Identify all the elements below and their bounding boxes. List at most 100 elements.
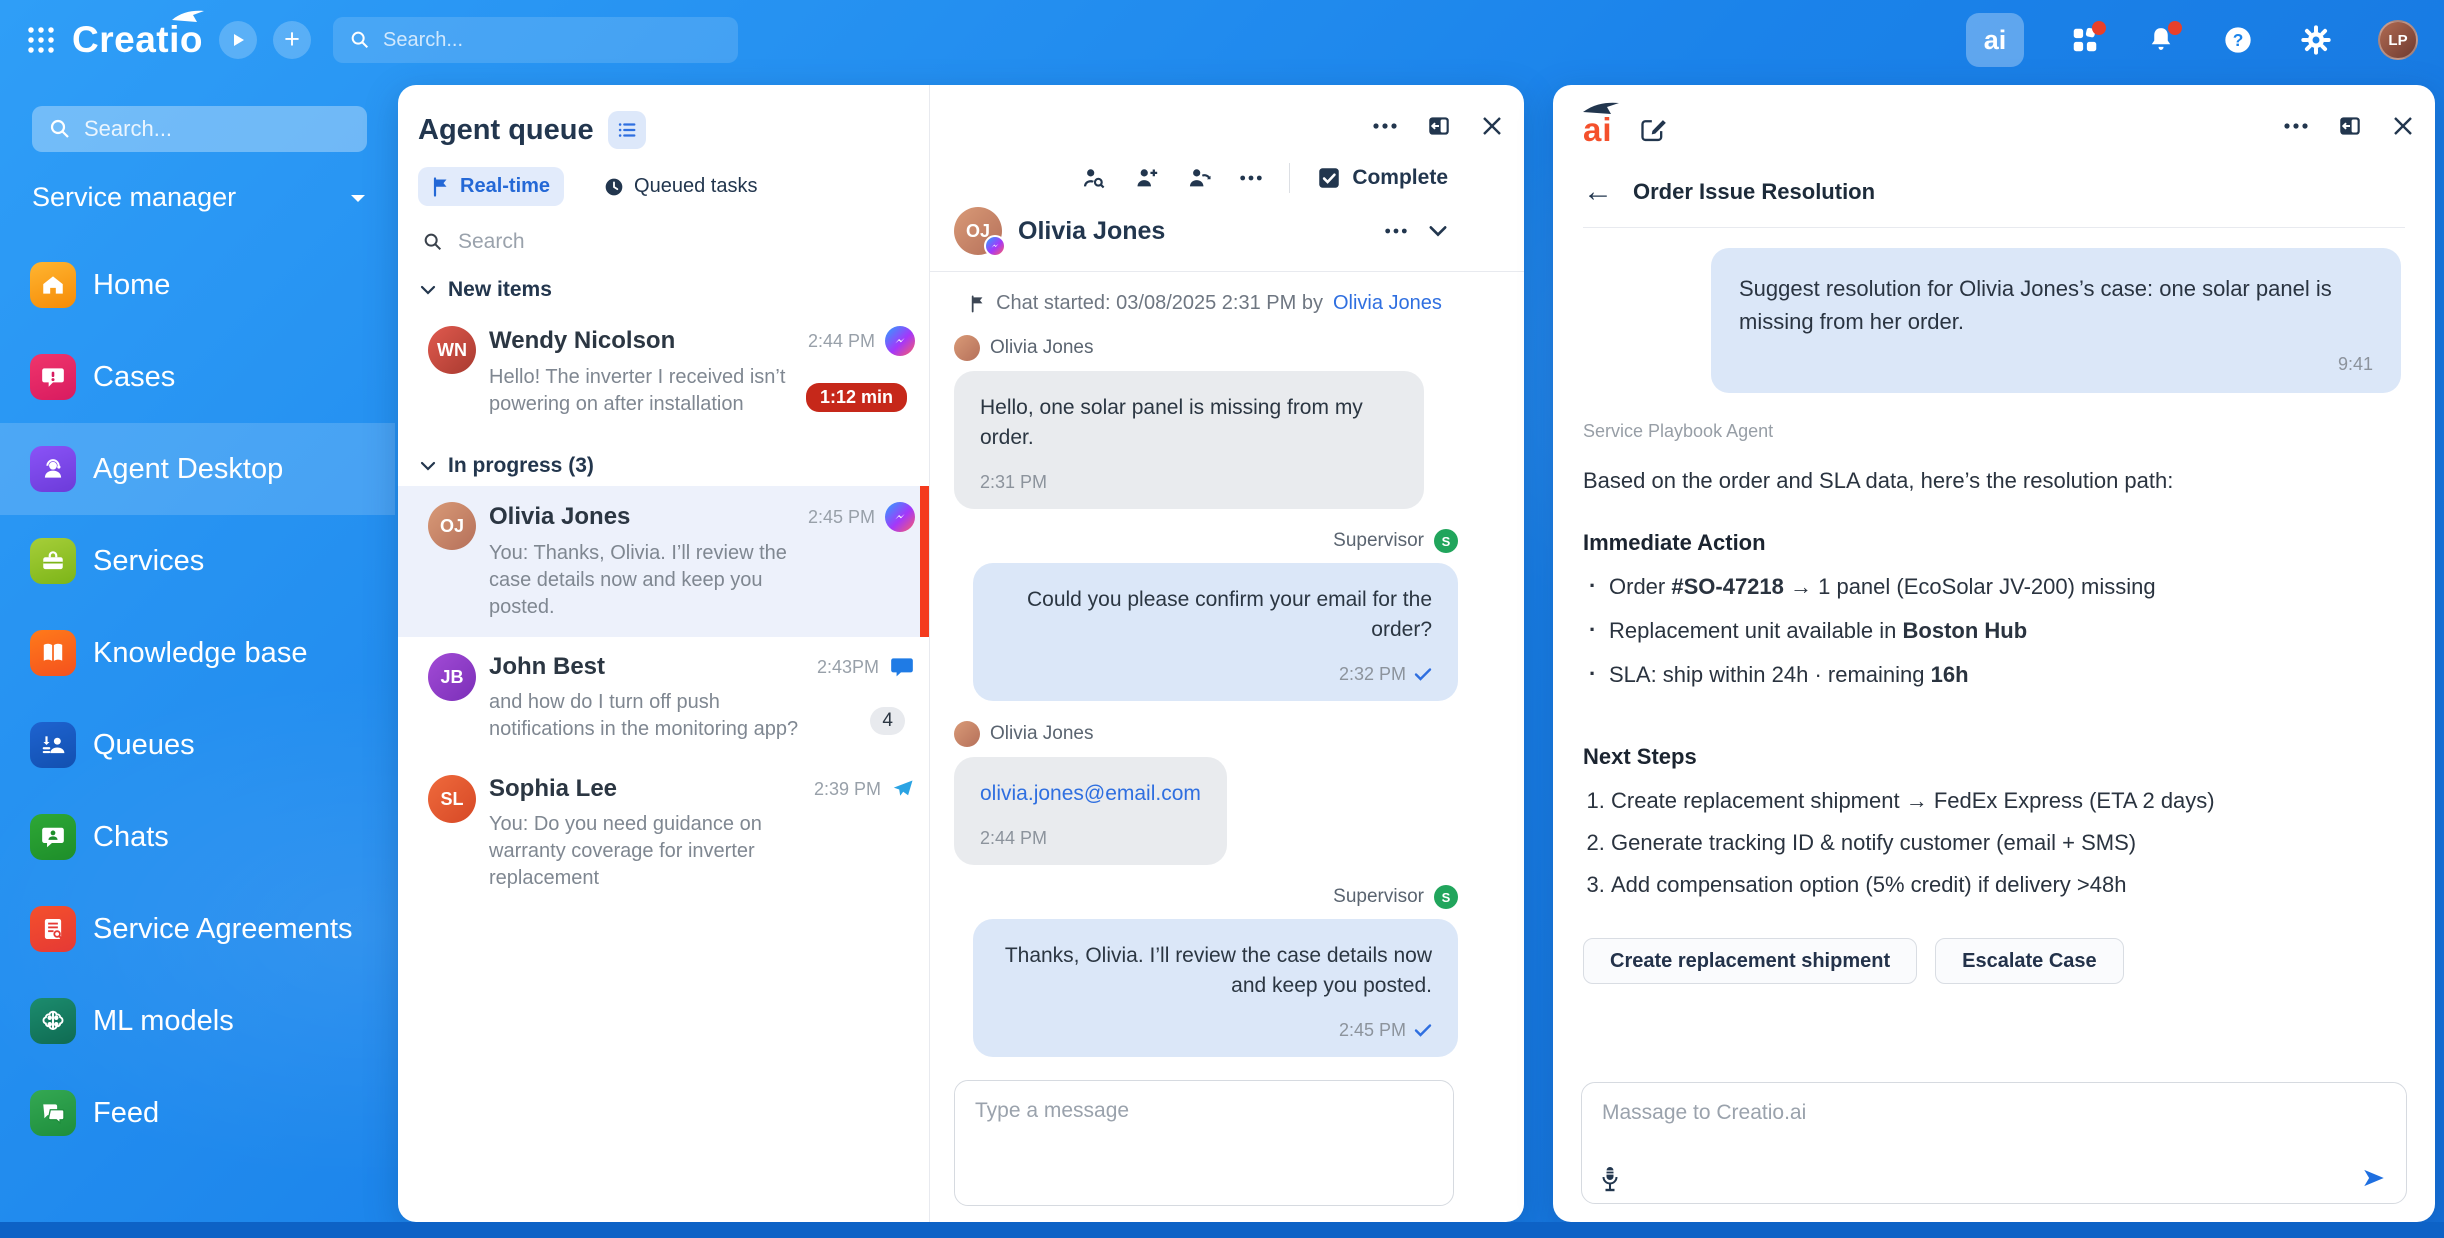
list-view-button[interactable] <box>608 111 646 149</box>
sidebar-item-ml-models[interactable]: ML models <box>0 975 395 1067</box>
add-new-button[interactable]: + <box>273 21 311 59</box>
chat-message-textarea[interactable] <box>955 1081 1453 1205</box>
close-icon[interactable] <box>2391 114 2415 138</box>
search-agent-icon[interactable] <box>1080 165 1107 192</box>
agent-queue-list: Agent queue Real-time Queued tasks <box>398 85 930 1222</box>
supervisor-badge: S <box>1434 529 1458 553</box>
section-in-progress[interactable]: In progress (3) <box>398 434 929 486</box>
queue-item-john-best[interactable]: JB John Best 2:43PM and how do I turn of… <box>398 637 929 759</box>
workspace-selector[interactable]: Service manager <box>32 182 367 213</box>
chat-bubble-outgoing: Thanks, Olivia. I’ll review the case det… <box>973 919 1458 1057</box>
settings-gear-icon[interactable] <box>2300 24 2332 56</box>
notifications-bell-icon[interactable] <box>2146 25 2176 55</box>
message-time: 9:41 <box>1739 348 2373 381</box>
invite-agent-icon[interactable] <box>1133 165 1160 192</box>
queue-search-input[interactable] <box>458 230 911 254</box>
list-item: Order #SO-47218 → 1 panel (EcoSolar JV-2… <box>1583 574 2401 600</box>
sidebar-search[interactable] <box>32 106 367 152</box>
close-icon[interactable] <box>1480 114 1504 138</box>
message-preview: Hello! The inverter I received isn’t pow… <box>489 364 804 418</box>
ai-message-textarea[interactable] <box>1582 1083 2406 1153</box>
contact-link[interactable]: Olivia Jones <box>1333 292 1442 315</box>
sidebar-item-feed[interactable]: Feed <box>0 1067 395 1159</box>
sidebar-item-cases[interactable]: Cases <box>0 331 395 423</box>
sidebar-item-services[interactable]: Services <box>0 515 395 607</box>
global-search[interactable] <box>333 17 738 63</box>
message-time: 2:45 PM <box>808 507 875 528</box>
send-icon[interactable] <box>2360 1165 2388 1191</box>
microphone-icon[interactable] <box>1600 1165 1620 1193</box>
chat-contact-header: OJ Olivia Jones <box>930 193 1524 255</box>
chat-message-input[interactable] <box>954 1080 1454 1206</box>
chats-icon <box>30 814 76 860</box>
copilot-button[interactable]: ai <box>1966 13 2024 67</box>
back-arrow-icon[interactable]: ← <box>1583 177 1613 207</box>
message-time: 2:39 PM <box>814 779 881 800</box>
dock-panel-icon[interactable] <box>2337 113 2363 139</box>
ai-panel-window-controls <box>2283 113 2415 139</box>
avatar <box>954 335 980 361</box>
app-grid-icon[interactable] <box>26 25 56 55</box>
help-icon[interactable]: ? <box>2222 24 2254 56</box>
chevron-down-icon <box>349 192 367 204</box>
ai-conversation: Suggest resolution for Olivia Jones’s ca… <box>1553 228 2435 984</box>
queue-item-wendy-nicolson[interactable]: WN Wendy Nicolson 2:44 PM Hello! The inv… <box>398 310 929 434</box>
messenger-icon <box>984 235 1006 257</box>
sidebar-item-queues[interactable]: Queues <box>0 699 395 791</box>
email-link[interactable]: olivia.jones@email.com <box>980 782 1201 805</box>
chevron-down-icon[interactable] <box>1428 225 1448 237</box>
sidebar-item-chats[interactable]: Chats <box>0 791 395 883</box>
divider <box>1289 163 1290 193</box>
sidebar-item-knowledge-base[interactable]: Knowledge base <box>0 607 395 699</box>
message-time: 2:43PM <box>817 657 879 678</box>
chat-started-row: Chat started: 03/08/2025 2:31 PM by Oliv… <box>954 292 1458 315</box>
supervisor-badge: S <box>1434 885 1458 909</box>
user-avatar[interactable]: LP <box>2378 20 2418 60</box>
more-options-icon[interactable] <box>1239 174 1263 182</box>
notification-dot <box>2168 21 2182 35</box>
section-new-items[interactable]: New items <box>398 258 929 310</box>
sidebar-item-agent-desktop[interactable]: Agent Desktop <box>0 423 395 515</box>
more-options-icon[interactable] <box>2283 122 2309 130</box>
immediate-action-list: Order #SO-47218 → 1 panel (EcoSolar JV-2… <box>1583 574 2401 688</box>
list-item: Replacement unit available in Boston Hub <box>1583 618 2401 644</box>
tab-queued-tasks[interactable]: Queued tasks <box>590 167 771 206</box>
creatio-ai-panel: ai ← Order Issue Resolution Suggest reso… <box>1553 85 2435 1222</box>
cases-icon <box>30 354 76 400</box>
creatio-logo-swoosh-icon <box>171 9 205 23</box>
creatio-logo: Creatio <box>72 19 203 61</box>
new-conversation-icon[interactable] <box>1639 116 1667 144</box>
svg-text:?: ? <box>2233 30 2244 50</box>
sidebar-item-service-agreements[interactable]: Service Agreements <box>0 883 395 975</box>
ai-response-intro: Based on the order and SLA data, here’s … <box>1583 468 2401 494</box>
ai-message-input[interactable] <box>1581 1082 2407 1204</box>
sidebar-search-input[interactable] <box>84 116 351 142</box>
complete-check-icon <box>1316 165 1342 191</box>
marketplace-apps-icon[interactable] <box>2070 25 2100 55</box>
complete-button[interactable]: Complete <box>1316 165 1448 191</box>
tab-real-time[interactable]: Real-time <box>418 167 564 206</box>
queue-search[interactable] <box>398 206 929 258</box>
sidebar: Service manager Home Cases Agent Desktop… <box>0 80 395 1222</box>
plus-icon: + <box>284 26 300 53</box>
queue-item-olivia-jones[interactable]: OJ Olivia Jones 2:45 PM You: Thanks, Oli… <box>398 486 929 637</box>
escalate-case-button[interactable]: Escalate Case <box>1935 938 2124 984</box>
more-options-icon[interactable] <box>1372 122 1398 130</box>
queue-item-sophia-lee[interactable]: SL Sophia Lee 2:39 PM You: Do you need g… <box>398 759 929 908</box>
global-search-input[interactable] <box>383 29 722 52</box>
immediate-action-heading: Immediate Action <box>1583 530 2401 556</box>
creatio-logo-text: Creatio <box>72 19 203 60</box>
run-process-button[interactable] <box>219 21 257 59</box>
dock-panel-icon[interactable] <box>1426 113 1452 139</box>
more-options-icon[interactable] <box>1384 227 1408 235</box>
top-bar-actions: ai ? LP <box>1966 13 2418 67</box>
next-steps-heading: Next Steps <box>1583 744 2401 770</box>
create-replacement-shipment-button[interactable]: Create replacement shipment <box>1583 938 1917 984</box>
notification-dot <box>2092 21 2106 35</box>
ai-conversation-titlebar: ← Order Issue Resolution <box>1553 149 2435 207</box>
transfer-chat-icon[interactable] <box>1186 165 1213 192</box>
messenger-icon <box>885 502 915 532</box>
agent-label: Service Playbook Agent <box>1583 421 2401 442</box>
message-group: Supervisor S Thanks, Olivia. I’ll review… <box>954 885 1458 1057</box>
sidebar-item-home[interactable]: Home <box>0 239 395 331</box>
